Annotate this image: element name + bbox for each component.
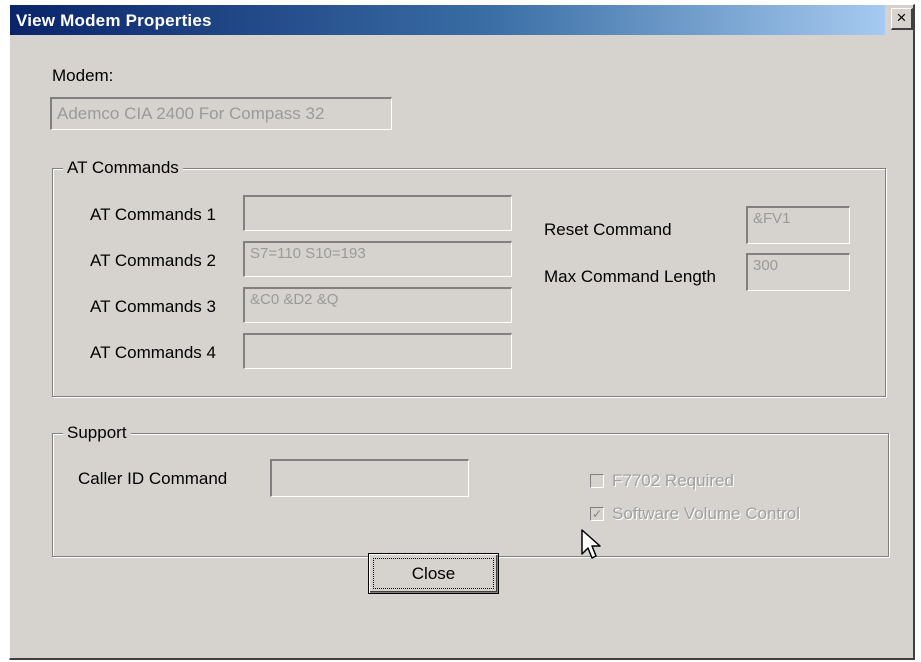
caller-id-command-field[interactable] xyxy=(270,459,469,497)
software-volume-control-checkbox-row[interactable]: ✓ Software Volume Control xyxy=(590,504,800,524)
f7702-required-label: F7702 Required xyxy=(612,471,734,490)
view-modem-properties-dialog: View Modem Properties × Modem: Ademco CI… xyxy=(9,4,915,660)
at-commands-legend: AT Commands xyxy=(63,158,183,178)
at-commands-4-field[interactable] xyxy=(243,333,512,369)
support-legend: Support xyxy=(63,423,131,443)
reset-command-field[interactable]: &FV1 xyxy=(746,206,850,244)
f7702-required-checkbox-row[interactable]: F7702 Required xyxy=(590,471,734,491)
f7702-required-checkbox[interactable] xyxy=(590,474,604,488)
max-command-length-label: Max Command Length xyxy=(544,267,716,286)
mouse-pointer-icon xyxy=(581,529,601,559)
at-commands-3-field[interactable]: &C0 &D2 &Q xyxy=(243,287,512,323)
at-commands-1-field[interactable] xyxy=(243,195,512,231)
close-icon[interactable]: × xyxy=(891,8,913,30)
close-button-focus-ring xyxy=(373,558,494,589)
support-group: Support xyxy=(52,423,889,557)
at-commands-2-label: AT Commands 2 xyxy=(90,251,216,270)
software-volume-control-label: Software Volume Control xyxy=(612,504,801,523)
modem-label: Modem: xyxy=(52,66,114,85)
at-commands-3-label: AT Commands 3 xyxy=(90,297,216,316)
modem-field[interactable]: Ademco CIA 2400 For Compass 32 xyxy=(50,97,392,130)
title-bar[interactable]: View Modem Properties xyxy=(10,5,885,35)
max-command-length-field[interactable]: 300 xyxy=(746,253,850,291)
at-commands-1-label: AT Commands 1 xyxy=(90,205,216,224)
at-commands-4-label: AT Commands 4 xyxy=(90,343,216,362)
software-volume-control-checkbox[interactable]: ✓ xyxy=(590,507,604,521)
dialog-title: View Modem Properties xyxy=(16,11,212,30)
close-button[interactable]: Close xyxy=(368,553,499,594)
caller-id-command-label: Caller ID Command xyxy=(78,469,228,488)
reset-command-label: Reset Command xyxy=(544,220,672,239)
at-commands-2-field[interactable]: S7=110 S10=193 xyxy=(243,241,512,277)
